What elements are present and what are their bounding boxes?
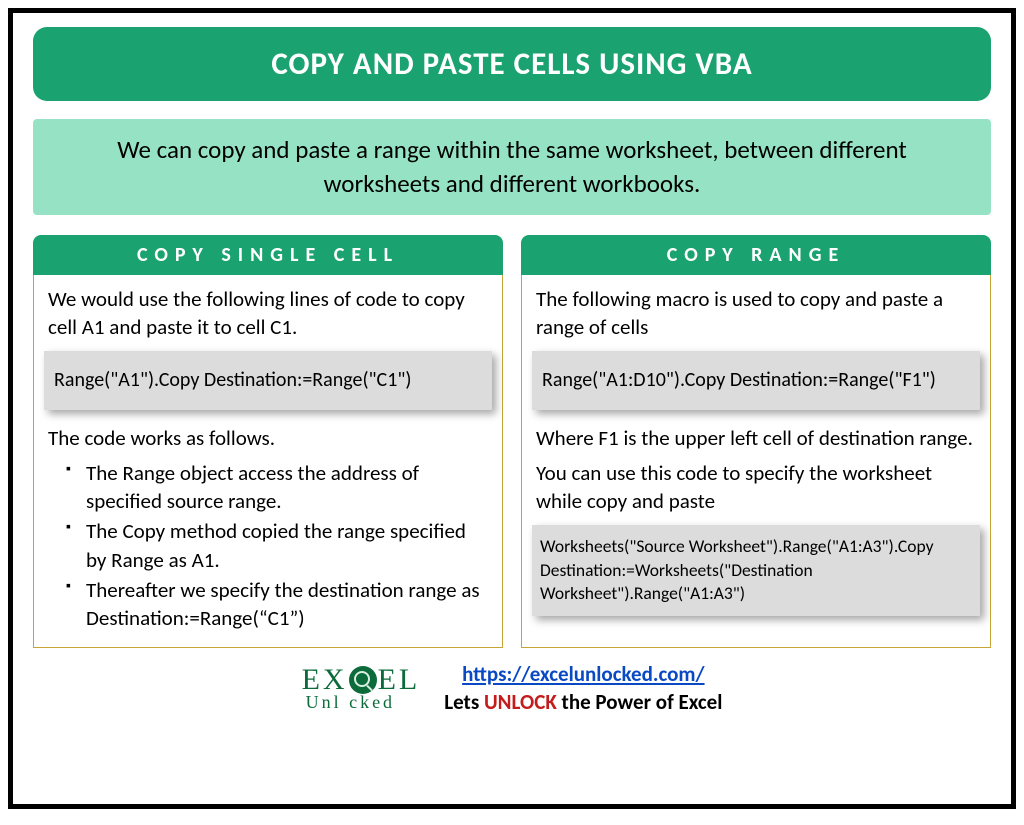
right-heading: COPY RANGE (521, 235, 991, 275)
right-explain-1: Where F1 is the upper left cell of desti… (536, 424, 976, 452)
footer: EX EL Unl cked https://excelunlocked.com… (33, 654, 991, 717)
logo-top-row: EX EL (302, 665, 421, 695)
footer-text: https://excelunlocked.com/ Lets UNLOCK t… (444, 660, 722, 717)
footer-url-link[interactable]: https://excelunlocked.com/ (462, 661, 704, 687)
left-bullet-list: The Range object access the address of s… (48, 459, 488, 633)
tagline-post: the Power of Excel (557, 689, 723, 715)
right-code-block-2: Worksheets("Source Worksheet").Range("A1… (532, 525, 980, 616)
right-explain-2: You can use this code to specify the wor… (536, 459, 976, 516)
list-item: The Range object access the address of s… (66, 459, 488, 516)
document-frame: COPY AND PASTE CELLS USING VBA We can co… (8, 8, 1016, 809)
left-intro: We would use the following lines of code… (48, 285, 488, 342)
tagline-unlock: UNLOCK (484, 689, 557, 715)
left-body: We would use the following lines of code… (33, 275, 503, 648)
brand-logo: EX EL Unl cked (302, 665, 421, 711)
logo-text-right: EL (378, 665, 421, 695)
page-title: COPY AND PASTE CELLS USING VBA (33, 27, 991, 101)
column-left: COPY SINGLE CELL We would use the follow… (33, 235, 503, 648)
left-heading: COPY SINGLE CELL (33, 235, 503, 275)
left-explain: The code works as follows. (48, 424, 488, 452)
list-item: Thereafter we specify the destination ra… (66, 576, 488, 633)
tagline-pre: Lets (444, 689, 484, 715)
column-right: COPY RANGE The following macro is used t… (521, 235, 991, 648)
content-columns: COPY SINGLE CELL We would use the follow… (33, 235, 991, 648)
list-item: The Copy method copied the range specifi… (66, 517, 488, 574)
logo-text-left: EX (302, 665, 348, 695)
right-body: The following macro is used to copy and … (521, 275, 991, 648)
magnifier-icon (349, 666, 377, 694)
left-code-block: Range("A1").Copy Destination:=Range("C1"… (44, 351, 492, 410)
right-code-block-1: Range("A1:D10").Copy Destination:=Range(… (532, 351, 980, 410)
page-subtitle: We can copy and paste a range within the… (33, 119, 991, 215)
right-intro: The following macro is used to copy and … (536, 285, 976, 342)
